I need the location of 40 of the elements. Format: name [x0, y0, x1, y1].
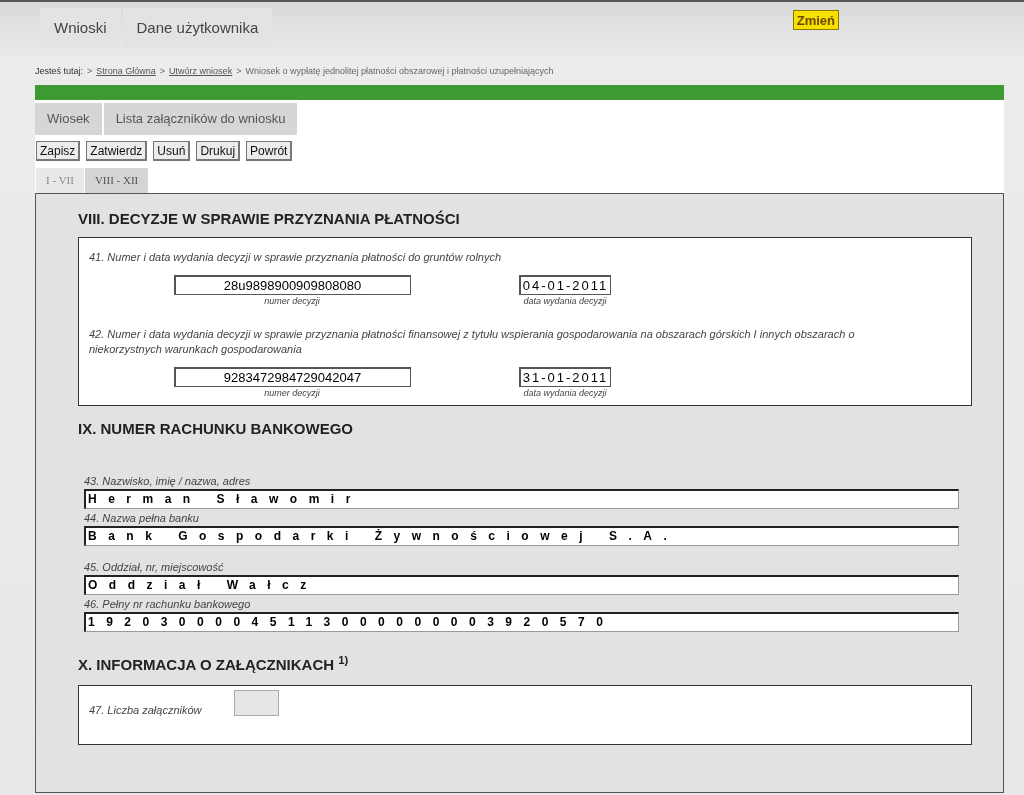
field-caption: data wydania decyzji [523, 386, 607, 400]
toolbar-button[interactable]: Powrót [246, 141, 293, 161]
text-field[interactable]: Bank Gospodarki Żywnościowej S.A. [84, 526, 959, 546]
text-field[interactable]: Herman Sławomir [84, 489, 959, 509]
toolbar-button[interactable]: Zapisz [36, 141, 81, 161]
nav-tab[interactable]: Dane użytkownika [122, 8, 273, 48]
decision-number-field[interactable]: 28u9898900909808080 [173, 274, 411, 295]
breadcrumb-separator: > [87, 65, 93, 78]
section-heading: X. INFORMACJA O ZAŁĄCZNIKACH $^{1)}$ [78, 654, 350, 675]
breadcrumb-separator: > [159, 65, 166, 78]
count-field[interactable] [233, 689, 279, 716]
field-label: 42. Numer i data wydania decyzji w sprawie przyznania płatności finansowej z tytułu wspierania gospodarowania na obszarach górskich I innych obszarach o niekorzystnych warunkach gospodarowania [89, 326, 856, 357]
change-button[interactable]: Zmień [792, 10, 839, 30]
field-label: 44. Nazwa pełna banku [84, 511, 200, 526]
date-field[interactable]: 31-01-2011 [518, 366, 612, 387]
decision-number-field[interactable]: 9283472984729042047 [173, 366, 411, 387]
section-heading: VIII. DECYZJE W SPRAWIE PRZYZNANIA PŁATNOŚCI [78, 209, 461, 229]
nav-tab[interactable]: Wnioski [40, 8, 121, 48]
field-caption: data wydania decyzji [523, 294, 607, 308]
toolbar-button[interactable]: Drukuj [196, 141, 241, 161]
field-label: 45. Oddział, nr, miejscowość [84, 560, 225, 575]
text-field[interactable]: Oddział Wałcz [84, 575, 959, 595]
field-label: 41. Numer i data wydania decyzji w sprawie przyznania płatności do gruntów rolnych [89, 249, 503, 265]
field-caption: numer decyzji [264, 386, 320, 400]
breadcrumb-link[interactable]: Utwórz wniosek [169, 65, 233, 79]
toolbar-button[interactable]: Usuń [153, 141, 191, 161]
section-heading: IX. NUMER RACHUNKU BANKOWEGO [78, 418, 354, 439]
breadcrumb-link[interactable]: Strona Główna [96, 65, 156, 79]
text-field[interactable]: 19203000045113000000003920570 [84, 612, 959, 632]
field-label: 46. Pełny nr rachunku bankowego [84, 597, 252, 612]
field-label: 47. Liczba załączników [89, 702, 202, 718]
section-tab[interactable]: VIII - XII [84, 168, 149, 193]
date-field[interactable]: 04-01-2011 [518, 274, 612, 295]
toolbar-button[interactable]: Zatwierdz [86, 141, 148, 161]
field-label: 43. Nazwisko, imię / nazwa, adres [84, 474, 252, 489]
sub-tab[interactable]: Lista załączników do wniosku [103, 103, 298, 135]
breadcrumb-label: Jesteś tutaj: [35, 65, 84, 78]
sub-tab[interactable]: Wiosek [35, 103, 102, 135]
field-caption: numer decyzji [264, 294, 320, 308]
breadcrumb-separator: > [236, 65, 242, 78]
